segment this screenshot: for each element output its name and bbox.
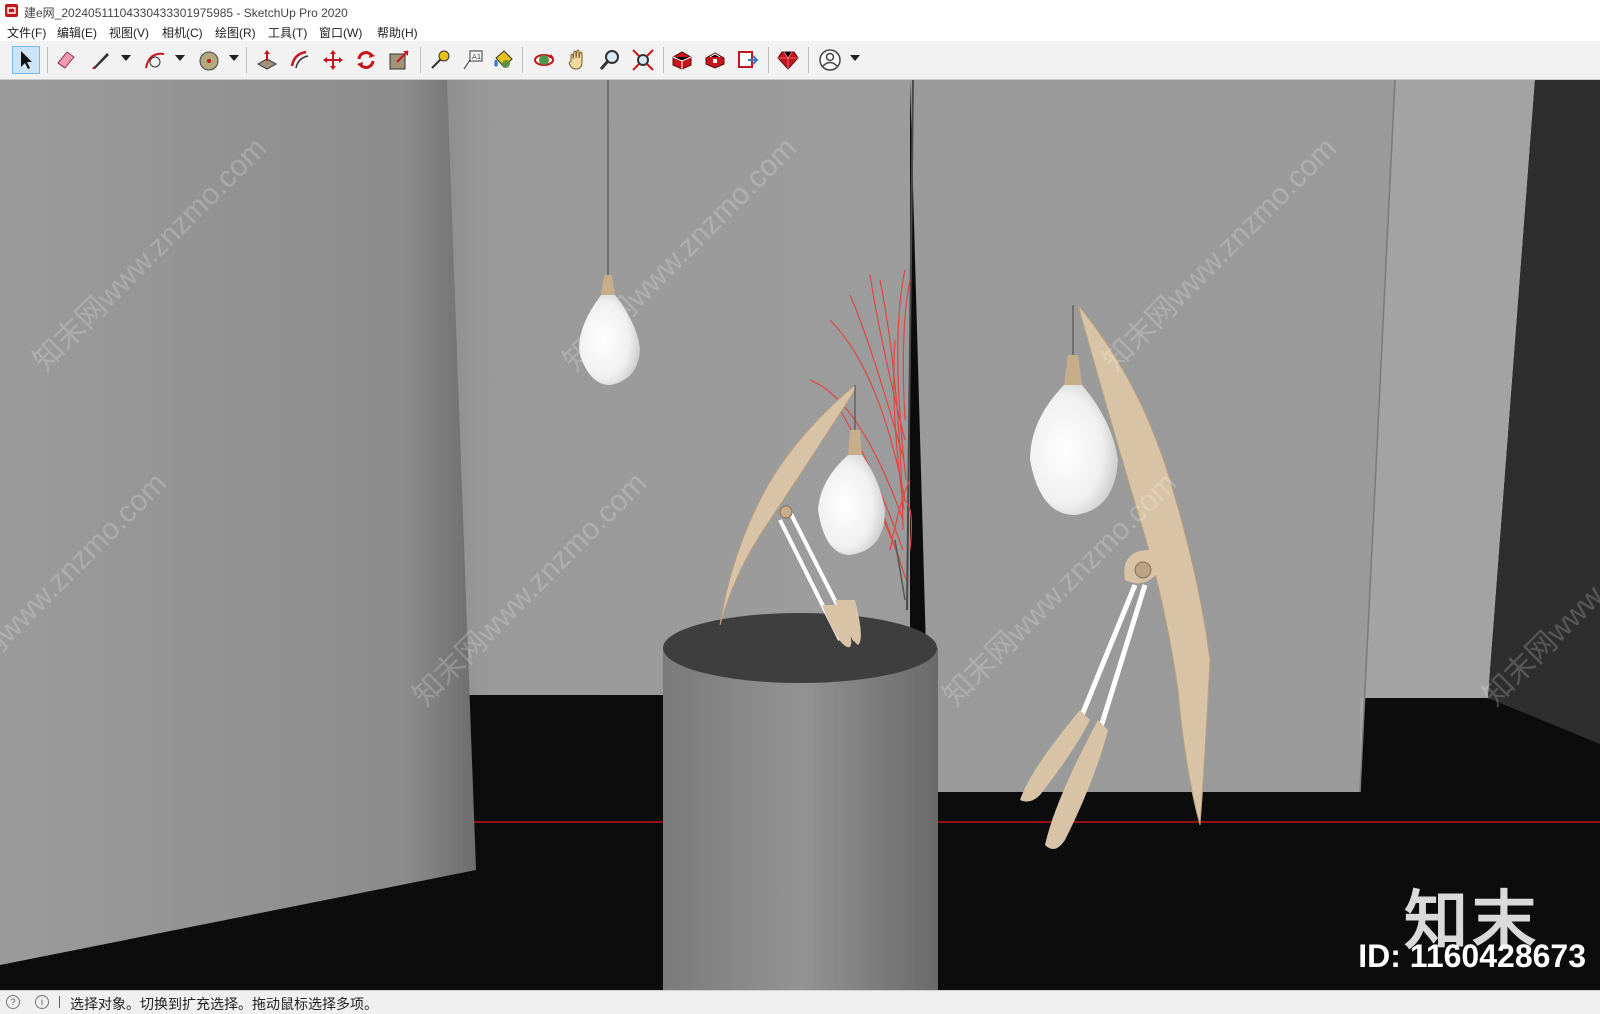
- scene-render: [0, 80, 1600, 990]
- circle-icon: [199, 51, 219, 71]
- menu-help[interactable]: 帮助(H): [377, 24, 418, 41]
- layout-send-icon: [738, 51, 759, 68]
- send-to-layout-button[interactable]: [734, 46, 762, 74]
- status-divider: [59, 996, 60, 1008]
- status-bar: ? i 选择对象。切换到扩充选择。拖动鼠标选择多项。: [0, 990, 1600, 1014]
- circle-tool-dropdown[interactable]: [229, 55, 239, 61]
- scale-tool-button[interactable]: [385, 46, 413, 74]
- pencil-line-icon: [92, 53, 109, 69]
- ruby-console-icon: [777, 51, 799, 70]
- geo-location-icon[interactable]: ?: [6, 995, 20, 1009]
- push-pull-icon: [256, 50, 278, 70]
- eraser-icon: [57, 51, 75, 69]
- orbit-tool-button[interactable]: [530, 46, 558, 74]
- push-pull-tool-button[interactable]: [253, 46, 281, 74]
- offset-icon: [290, 50, 309, 69]
- toolbar-separator: [808, 47, 809, 73]
- text-tool-button[interactable]: A1: [459, 46, 487, 74]
- menu-view[interactable]: 视图(V): [109, 24, 149, 41]
- text-label-icon: A1: [463, 50, 483, 70]
- zoom-extents-tool-button[interactable]: [629, 46, 657, 74]
- menu-bar: 文件(F) 编辑(E) 视图(V) 相机(C) 绘图(R) 工具(T) 窗口(W…: [0, 22, 1600, 41]
- window-title: 建e网_20240511104330433301975985 - SketchU…: [24, 6, 348, 20]
- line-tool-button[interactable]: [87, 46, 115, 74]
- offset-tool-button[interactable]: [286, 46, 314, 74]
- paint-bucket-tool-button[interactable]: [489, 46, 517, 74]
- eraser-tool-button[interactable]: [52, 46, 80, 74]
- paint-bucket-icon: [494, 50, 513, 68]
- user-account-dropdown[interactable]: [850, 55, 860, 61]
- menu-file[interactable]: 文件(F): [7, 24, 46, 41]
- main-toolbar: A1: [0, 41, 1600, 80]
- left-wall: [0, 80, 476, 965]
- select-tool-button[interactable]: [12, 46, 40, 74]
- menu-edit[interactable]: 编辑(E): [57, 24, 97, 41]
- rotate-icon: [357, 51, 375, 69]
- title-bar: 建e网_20240511104330433301975985 - SketchU…: [0, 0, 1600, 22]
- image-id-label: ID: 1160428673: [1358, 938, 1586, 974]
- arc-icon: [145, 52, 165, 69]
- svg-text:A1: A1: [472, 53, 481, 61]
- move-tool-button[interactable]: [319, 46, 347, 74]
- info-icon[interactable]: i: [35, 995, 49, 1009]
- tape-measure-icon: [431, 50, 450, 69]
- status-message: 选择对象。切换到扩充选择。拖动鼠标选择多项。: [70, 996, 378, 1012]
- toolbar-separator: [663, 47, 664, 73]
- zoom-tool-button[interactable]: [596, 46, 624, 74]
- sketchup-logo-icon: [5, 4, 18, 17]
- rotate-tool-button[interactable]: [352, 46, 380, 74]
- menu-window[interactable]: 窗口(W): [319, 24, 362, 41]
- extension-warehouse-icon: [705, 52, 725, 69]
- toolbar-separator: [522, 47, 523, 73]
- toolbar-separator: [47, 47, 48, 73]
- pan-tool-button[interactable]: [563, 46, 591, 74]
- pedestal-top: [663, 613, 937, 683]
- line-tool-dropdown[interactable]: [121, 55, 131, 61]
- arc-tool-button[interactable]: [141, 46, 169, 74]
- orbit-icon: [534, 54, 554, 66]
- move-icon: [323, 50, 343, 70]
- menu-camera[interactable]: 相机(C): [162, 24, 203, 41]
- warehouse-icon: [672, 51, 692, 70]
- toolbar-separator: [246, 47, 247, 73]
- tape-measure-tool-button[interactable]: [426, 46, 454, 74]
- menu-draw[interactable]: 绘图(R): [215, 24, 256, 41]
- scale-icon: [389, 50, 409, 70]
- toolbar-separator: [420, 47, 421, 73]
- 3d-warehouse-button[interactable]: [668, 46, 696, 74]
- menu-tools[interactable]: 工具(T): [268, 24, 307, 41]
- pedestal-cylinder: [663, 648, 938, 990]
- zoom-icon: [599, 50, 619, 70]
- user-account-button[interactable]: [816, 46, 844, 74]
- pan-hand-icon: [568, 49, 583, 70]
- arc-tool-dropdown[interactable]: [175, 55, 185, 61]
- circle-tool-button[interactable]: [195, 46, 223, 74]
- select-arrow-icon: [21, 51, 32, 69]
- zoom-extents-icon: [632, 49, 654, 71]
- extension-warehouse-button[interactable]: [701, 46, 729, 74]
- toolbar-separator: [768, 47, 769, 73]
- user-account-icon: [819, 49, 841, 71]
- ruby-console-button[interactable]: [774, 46, 802, 74]
- 3d-viewport[interactable]: 知末网www.znzmo.com 知末网www.znzmo.com 知末网www…: [0, 80, 1600, 990]
